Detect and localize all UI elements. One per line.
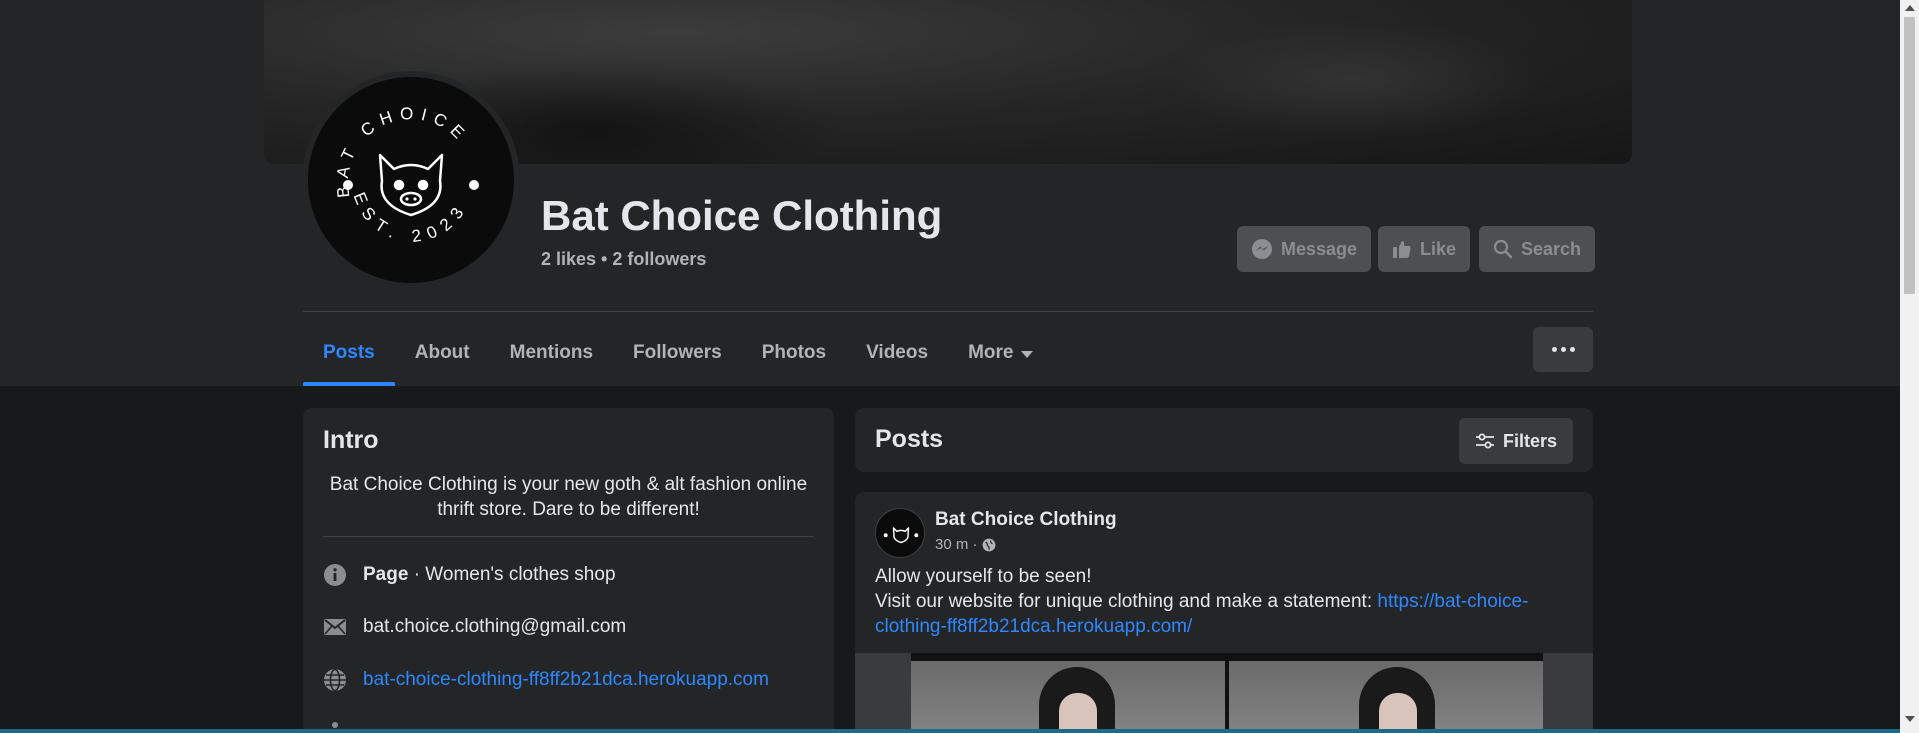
messenger-icon [1252,239,1272,259]
likes-followers-count[interactable]: 2 likes • 2 followers [541,249,706,270]
intro-category: Page · Women's clothes shop [323,563,616,587]
post-line-1: Allow yourself to be seen! [875,566,1092,587]
page-scrollbar[interactable] [1900,0,1919,733]
message-label: Message [1281,238,1358,259]
tab-photos[interactable]: Photos [742,320,846,386]
intro-website[interactable]: bat-choice-clothing-ff8ff2b21dca.herokua… [323,668,769,692]
tab-posts[interactable]: Posts [303,320,395,386]
svg-text:EST. 2023: EST. 2023 [350,190,472,247]
thumbs-up-icon [1393,241,1411,258]
search-button[interactable]: Search [1479,226,1596,272]
intro-divider [323,536,814,537]
globe-icon [324,668,346,692]
intro-card: Intro Bat Choice Clothing is your new go… [303,408,834,733]
post-line-2: Visit our website for unique clothing an… [875,591,1378,612]
scroll-up-arrow-icon[interactable] [1905,5,1915,11]
sliders-icon [1475,433,1494,449]
tab-videos[interactable]: Videos [846,320,948,386]
header-divider [303,311,1593,312]
page-title: Bat Choice Clothing [541,192,943,239]
post-author-avatar[interactable] [875,508,925,558]
envelope-icon [324,619,346,635]
post-body: Allow yourself to be seen! Visit our web… [875,564,1575,639]
ellipsis-icon [1551,347,1557,352]
tab-more[interactable]: More [948,320,1053,386]
intro-email[interactable]: bat.choice.clothing@gmail.com [323,615,626,639]
tab-about[interactable]: About [395,320,490,386]
caret-down-icon [1021,350,1034,358]
like-label: Like [1420,238,1457,259]
like-button[interactable]: Like [1378,226,1471,272]
website-link[interactable]: bat-choice-clothing-ff8ff2b21dca.herokua… [363,669,769,691]
profile-tabs: Posts About Mentions Followers Photos Vi… [303,320,1053,386]
post-author-name[interactable]: Bat Choice Clothing [935,509,1117,531]
bat-choice-logo: BAT CHOICE EST. 2023 [308,77,514,283]
message-button[interactable]: Message [1237,226,1372,272]
info-icon [324,564,346,586]
filters-button[interactable]: Filters [1458,418,1573,464]
scrollbar-thumb[interactable] [1904,17,1915,294]
logo-text-bottom: EST. 2023 [350,190,464,247]
scroll-down-arrow-icon[interactable] [1905,716,1915,722]
intro-bio: Bat Choice Clothing is your new goth & a… [329,474,808,520]
intro-title: Intro [323,426,379,454]
more-options-button[interactable] [1533,327,1593,372]
bottom-edge [0,729,1900,733]
globe-icon [982,538,995,551]
search-label: Search [1521,238,1582,259]
posts-header: Posts Filters [855,408,1593,472]
email-text: bat.choice.clothing@gmail.com [363,616,627,637]
search-icon [1493,239,1513,259]
profile-picture[interactable]: BAT CHOICE EST. 2023 [302,71,520,289]
filters-label: Filters [1502,430,1557,451]
post-timestamp[interactable]: 30 m · [935,536,996,553]
post-card: Bat Choice Clothing 30 m · Allow yoursel… [855,492,1593,733]
tab-followers[interactable]: Followers [613,320,742,386]
posts-title: Posts [875,425,944,453]
post-image[interactable] [855,653,1593,733]
tab-mentions[interactable]: Mentions [490,320,613,386]
